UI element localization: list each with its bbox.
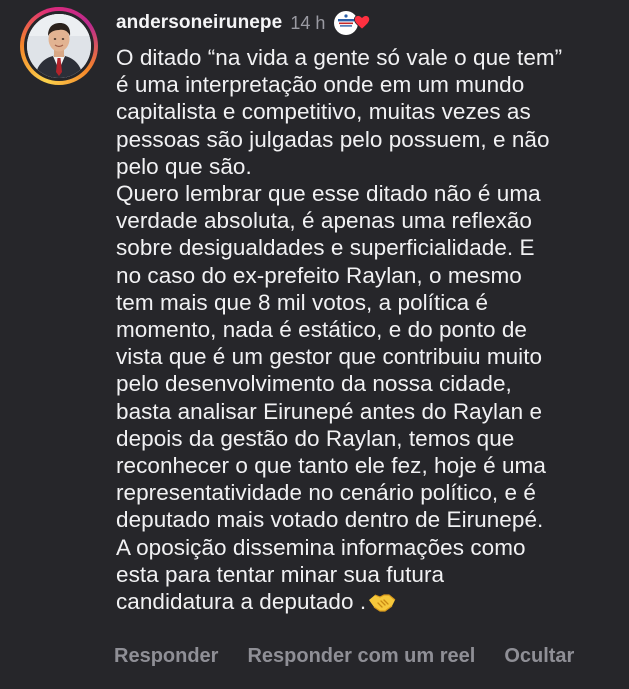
heart-icon [354,15,371,30]
comment: andersoneirunepe 14 h O ditado “na vida … [0,0,629,689]
comment-header: andersoneirunepe 14 h [116,10,371,36]
comment-line: pelo que são. [116,153,252,179]
comment-line: momento, nada é estático, e do ponto de [116,317,527,343]
comment-line: no caso do ex-prefeito Raylan, o mesmo [116,262,522,288]
comment-line: deputado mais votado dentro de Eirunepé. [116,507,544,533]
comment-line: basta analisar Eirunepé antes do Raylan … [116,398,543,424]
comment-line: depois da gestão do Raylan, temos que [116,425,515,451]
liked-by-creator-badge [333,10,371,36]
story-ring[interactable] [20,7,98,85]
comment-line: esta para tentar minar sua futura [116,561,445,587]
comment-line: reconhecer o que tanto ele fez, hoje é u… [116,453,546,479]
comment-line: sobre desigualdades e superficialidade. … [116,235,535,261]
timestamp: 14 h [290,12,326,33]
reply-with-reel-button[interactable]: Responder com um reel [247,645,475,668]
reply-button[interactable]: Responder [114,645,218,668]
comment-last-line: candidatura a deputado . [116,588,616,619]
comment-line: tem mais que 8 mil votos, a política é [116,289,489,315]
comment-line: representatividade no cenário político, … [116,480,536,506]
comment-line: Quero lembrar que esse ditado não é uma [116,181,541,207]
comment-line: pessoas são julgadas pelo possuem, e não [116,126,550,152]
avatar[interactable] [27,14,91,78]
comment-line: verdade absoluta, é apenas uma reflexão [116,208,532,234]
username[interactable]: andersoneirunepe [116,12,282,34]
comment-line: O ditado “na vida a gente só vale o que … [116,45,563,70]
comment-line: A oposição dissemina informações como [116,534,526,560]
avatar-image [27,14,91,78]
handshake-emoji-icon [368,591,396,619]
comment-line: é uma interpretação onde em um mundo [116,72,525,98]
hide-button[interactable]: Ocultar [504,645,574,668]
comment-line: pelo desenvolvimento da nossa cidade, [116,371,512,397]
comment-line: candidatura a deputado . [116,589,367,615]
comment-line: capitalista e competitivo, muitas vezes … [116,99,531,125]
comment-text: O ditado “na vida a gente só vale o que … [116,44,616,619]
comment-line: vista que é um gestor que contribuiu mui… [116,344,543,370]
comment-actions: Responder Responder com um reel Ocultar [114,645,574,668]
